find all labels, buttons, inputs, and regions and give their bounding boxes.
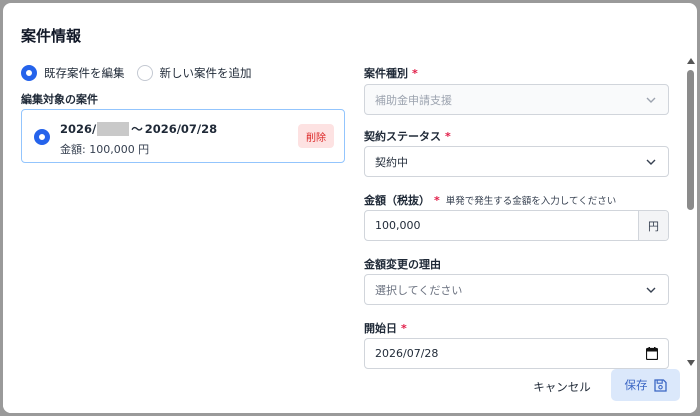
case-period-start-prefix: 2026/ — [60, 122, 97, 136]
required-mark: * — [401, 322, 407, 335]
case-type-label-text: 案件種別 — [364, 67, 408, 80]
scroll-down-arrow-icon[interactable] — [687, 360, 695, 366]
radio-checked-icon[interactable] — [21, 65, 37, 81]
cancel-button[interactable]: キャンセル — [524, 372, 600, 402]
calendar-icon[interactable] — [646, 347, 658, 360]
mode-option-label: 新しい案件を追加 — [159, 66, 252, 80]
dialog-title: 案件情報 — [21, 27, 82, 45]
redacted-block — [97, 122, 130, 136]
delete-case-button[interactable]: 削除 — [298, 124, 334, 148]
start-date-input[interactable]: 2026/07/28 — [364, 338, 669, 369]
case-card[interactable]: 2026/ 〜 2026/07/28 金額: 100,000 円 削除 — [21, 109, 345, 163]
scrollbar[interactable] — [686, 58, 696, 366]
mode-option-add-new[interactable]: 新しい案件を追加 — [136, 65, 252, 81]
currency-suffix: 円 — [638, 211, 668, 240]
scroll-up-arrow-icon[interactable] — [687, 58, 695, 64]
chevron-down-icon — [646, 287, 656, 293]
start-date-label: 開始日 * — [364, 320, 407, 336]
start-date-value: 2026/07/28 — [375, 347, 439, 360]
contract-status-label-text: 契約ステータス — [364, 130, 441, 143]
required-mark: * — [445, 130, 451, 143]
save-icon — [653, 378, 667, 392]
start-date-label-text: 開始日 — [364, 322, 397, 335]
chevron-down-icon — [646, 159, 656, 165]
case-period: 2026/ 〜 2026/07/28 — [60, 121, 217, 137]
scroll-thumb[interactable] — [687, 70, 694, 210]
case-info-dialog: 案件情報 既存案件を編集 新しい案件を追加 編集対象の案件 2026/ 〜 20… — [3, 3, 697, 413]
change-reason-placeholder: 選択してください — [375, 283, 463, 297]
mode-option-label: 既存案件を編集 — [44, 66, 125, 80]
case-type-select[interactable]: 補助金申請支援 — [364, 84, 669, 115]
case-type-value: 補助金申請支援 — [375, 93, 452, 107]
target-case-section-label: 編集対象の案件 — [21, 93, 98, 106]
contract-status-select[interactable]: 契約中 — [364, 146, 669, 177]
radio-unchecked-icon[interactable] — [136, 65, 153, 81]
case-type-label: 案件種別 * — [364, 65, 418, 81]
amount-label: 金額（税抜） * 単発で発生する金額を入力してください — [364, 192, 616, 208]
amount-input[interactable]: 100,000 円 — [364, 210, 669, 241]
mode-radio-group: 既存案件を編集 新しい案件を追加 — [21, 65, 264, 81]
mode-option-edit-existing[interactable]: 既存案件を編集 — [21, 65, 125, 81]
save-button[interactable]: 保存 — [611, 369, 680, 401]
case-select-radio[interactable] — [34, 129, 50, 145]
case-period-end: 2026/07/28 — [144, 122, 218, 136]
change-reason-label: 金額変更の理由 — [364, 256, 441, 272]
amount-hint: 単発で発生する金額を入力してください — [445, 196, 617, 207]
contract-status-label: 契約ステータス * — [364, 128, 451, 144]
case-period-separator: 〜 — [131, 122, 143, 136]
change-reason-label-text: 金額変更の理由 — [364, 258, 441, 271]
amount-label-text: 金額（税抜） — [364, 194, 430, 207]
contract-status-value: 契約中 — [375, 155, 408, 169]
save-button-label: 保存 — [624, 378, 648, 392]
case-amount: 金額: 100,000 円 — [60, 143, 150, 156]
required-mark: * — [412, 67, 418, 80]
chevron-down-icon — [646, 97, 656, 103]
change-reason-select[interactable]: 選択してください — [364, 274, 669, 305]
required-mark: * — [434, 194, 440, 207]
amount-value: 100,000 — [375, 219, 421, 232]
